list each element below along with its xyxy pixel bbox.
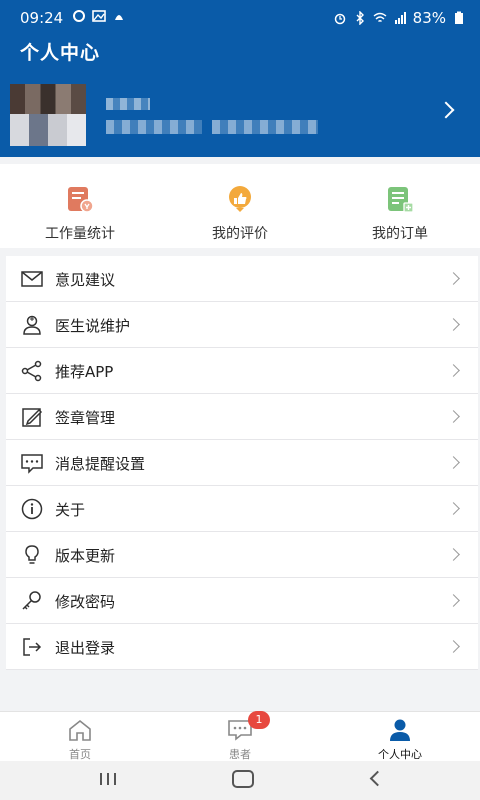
tab-label: 患者 <box>229 748 251 761</box>
chevron-right-icon <box>447 456 460 469</box>
chevron-right-icon <box>447 640 460 653</box>
quick-action-label: 我的订单 <box>372 226 428 242</box>
menu-item-label: 签章管理 <box>55 409 116 427</box>
header: 09:24 83% 个人中心 <box>0 0 480 157</box>
quick-action-label: 我的评价 <box>212 226 268 242</box>
menu-item-about[interactable]: 关于 <box>6 486 478 532</box>
tab-label: 个人中心 <box>378 748 422 761</box>
menu-item-label: 医生说维护 <box>55 317 131 335</box>
battery-level: 83% <box>412 9 446 27</box>
user-info-blurred <box>106 120 202 134</box>
bottom-tab-bar: 首页 患者 个人中心 <box>0 711 480 762</box>
back-icon[interactable] <box>369 770 386 787</box>
signal-icon <box>394 12 406 24</box>
menu-item-version-update[interactable]: 版本更新 <box>6 532 478 578</box>
chevron-right-icon <box>447 502 460 515</box>
quick-action-label: 工作量统计 <box>45 226 115 242</box>
menu-item-change-password[interactable]: 修改密码 <box>6 578 478 624</box>
page-title: 个人中心 <box>20 42 101 64</box>
gallery-icon <box>92 10 106 22</box>
tab-home[interactable]: 首页 <box>0 712 160 762</box>
menu-item-label: 退出登录 <box>55 639 116 657</box>
order-list-icon <box>388 187 414 213</box>
key-icon <box>22 591 41 610</box>
menu-item-message-settings[interactable]: 消息提醒设置 <box>6 440 478 486</box>
status-notification-icons <box>72 9 126 23</box>
envelope-icon <box>21 271 43 287</box>
quick-action-ratings[interactable]: 我的评价 <box>160 164 320 248</box>
quick-action-orders[interactable]: 我的订单 <box>320 164 480 248</box>
signature-icon <box>22 408 43 427</box>
bluetooth-icon <box>356 11 364 25</box>
app-notification-icon <box>115 15 123 20</box>
chevron-right-icon <box>447 548 460 561</box>
menu-item-label: 关于 <box>55 501 86 519</box>
message-icon <box>21 454 43 474</box>
menu-item-recommend-app[interactable]: 推荐APP <box>6 348 478 394</box>
status-time: 09:24 <box>20 9 64 27</box>
home-button-icon[interactable] <box>232 770 254 788</box>
status-system-icons: 83% <box>333 9 466 27</box>
recent-apps-icon[interactable] <box>98 771 118 787</box>
user-icon <box>390 719 410 741</box>
avatar <box>10 84 86 146</box>
chevron-right-icon <box>447 318 460 331</box>
quick-action-workload[interactable]: 工作量统计 <box>0 164 160 248</box>
menu-item-label: 消息提醒设置 <box>55 455 146 473</box>
profile-card[interactable] <box>0 84 480 146</box>
chevron-right-icon <box>447 364 460 377</box>
quick-actions: 工作量统计 我的评价 我的订单 <box>0 164 480 248</box>
doctor-icon <box>23 315 41 335</box>
chevron-right-icon <box>447 410 460 423</box>
menu-item-signature[interactable]: 签章管理 <box>6 394 478 440</box>
menu-item-label: 意见建议 <box>55 271 116 289</box>
user-name-blurred <box>106 98 150 110</box>
app-notification-icon <box>73 10 85 22</box>
menu-item-label: 版本更新 <box>55 547 116 565</box>
lightbulb-icon <box>25 545 39 564</box>
tab-profile[interactable]: 个人中心 <box>320 712 480 762</box>
workload-stats-icon <box>68 187 94 213</box>
menu-item-doctor-maintenance[interactable]: 医生说维护 <box>6 302 478 348</box>
battery-icon <box>455 11 463 24</box>
chevron-right-icon <box>447 594 460 607</box>
alarm-icon <box>334 13 345 25</box>
chevron-right-icon <box>437 101 455 119</box>
system-nav-bar <box>0 761 480 800</box>
tab-label: 首页 <box>69 748 91 761</box>
wifi-icon <box>373 12 387 23</box>
menu-item-label: 推荐APP <box>55 363 114 381</box>
unread-badge: 1 <box>248 711 270 729</box>
settings-menu: 意见建议 医生说维护 推荐APP 签章管理 消息提醒设置 关于 版本更新 修改密… <box>6 256 478 670</box>
menu-item-label: 修改密码 <box>55 593 116 611</box>
thumbs-up-icon <box>229 186 251 212</box>
menu-item-feedback[interactable]: 意见建议 <box>6 256 478 302</box>
chevron-right-icon <box>447 272 460 285</box>
home-icon <box>69 719 91 741</box>
menu-item-logout[interactable]: 退出登录 <box>6 624 478 670</box>
info-icon <box>21 498 43 520</box>
logout-icon <box>23 638 42 656</box>
tab-patients[interactable]: 患者 <box>160 712 320 762</box>
user-info-blurred <box>212 120 318 134</box>
status-bar: 09:24 83% <box>0 0 480 36</box>
share-icon <box>21 360 42 382</box>
